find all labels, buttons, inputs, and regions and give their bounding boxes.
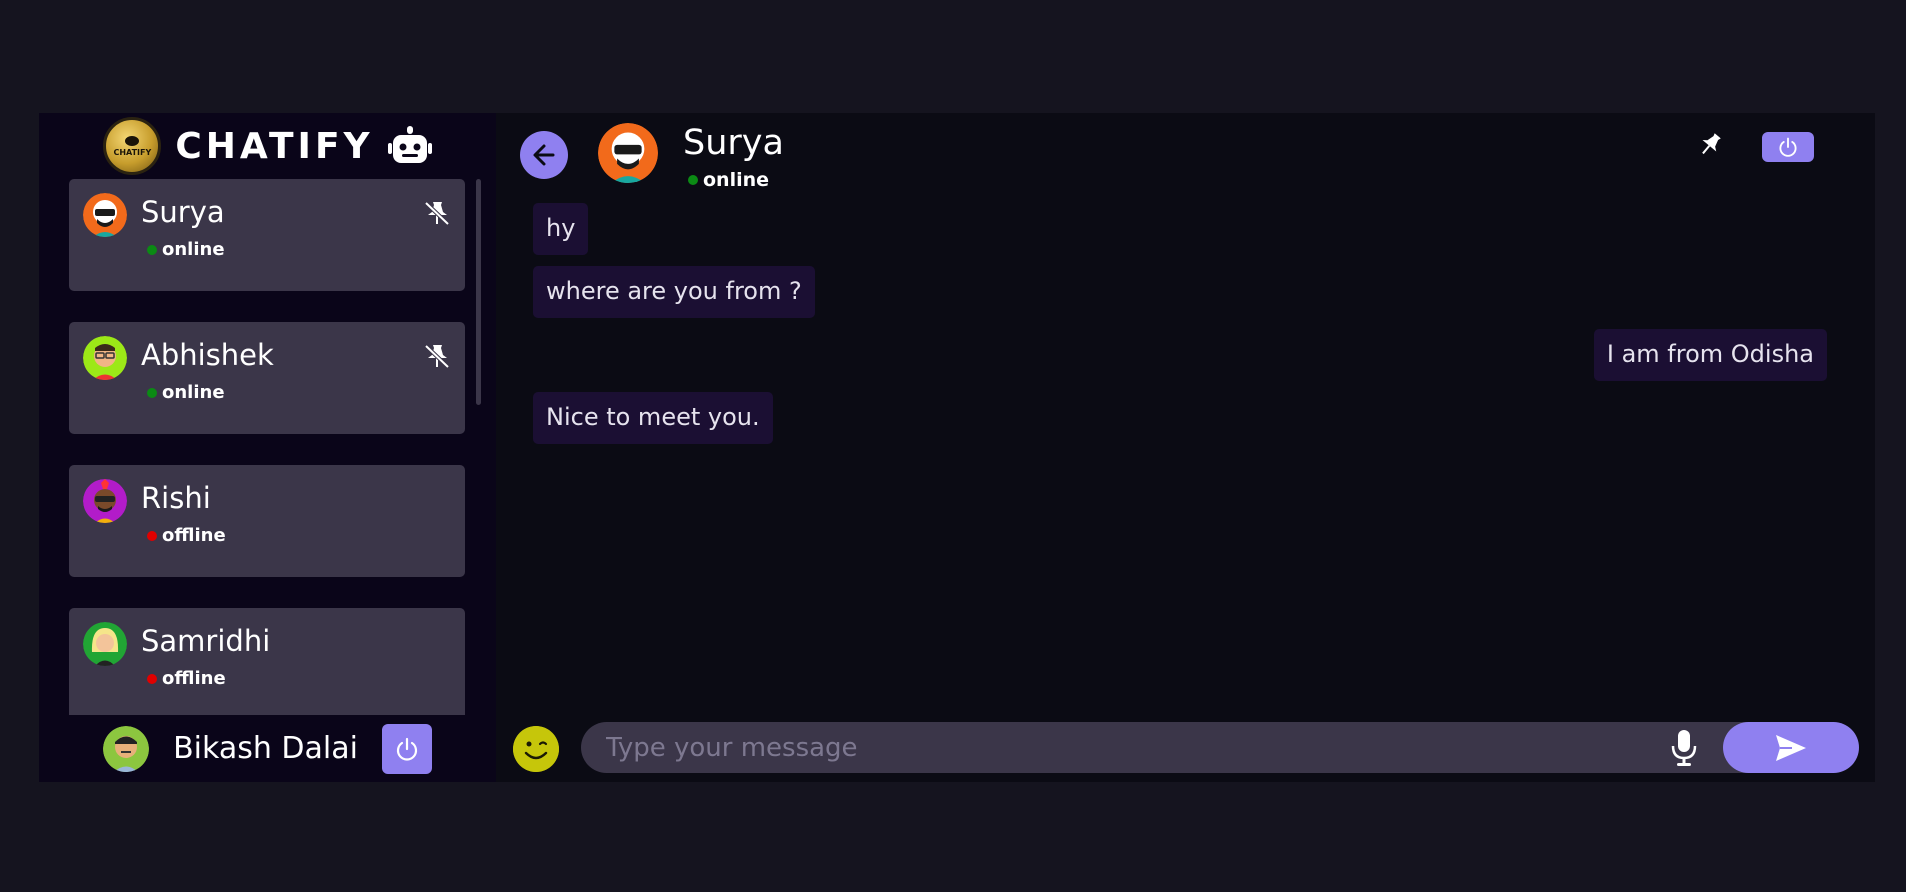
contact-name: Abhishek [141,338,274,372]
unpin-icon[interactable] [423,342,451,370]
message-incoming: Nice to meet you. [533,392,773,444]
chat-contact-avatar [598,123,658,183]
chat-contact-name: Surya [683,123,784,163]
avatar [83,479,127,523]
message-input[interactable] [581,722,1701,773]
back-arrow-icon [533,144,555,166]
emoji-icon[interactable] [513,726,559,772]
offline-status-dot [147,530,157,541]
contact-name: Samridhi [141,624,271,658]
logout-button[interactable] [381,723,432,774]
unpin-icon[interactable] [423,199,451,227]
send-icon [1776,734,1806,761]
contact-card-rishi[interactable]: Rishi offline [69,465,465,577]
contact-list-scrollbar[interactable] [476,179,481,405]
current-user-name: Bikash Dalai [173,731,358,766]
header-logout-button[interactable] [1762,132,1814,162]
brand-name: CHATIFY [175,125,374,167]
contact-name: Rishi [141,481,211,515]
contact-name: Surya [141,195,225,229]
chatify-logo: CHATIFY [103,117,162,175]
pin-icon[interactable] [1695,130,1725,160]
contact-status: offline [147,668,226,689]
chat-app: CHATIFY CHATIFY Surya online Abhishek on… [39,113,1875,782]
sidebar: CHATIFY CHATIFY Surya online Abhishek on… [39,113,496,782]
chatbot-icon[interactable] [387,126,432,166]
contact-status: online [147,239,225,260]
offline-status-dot [147,673,157,684]
online-status-dot [147,387,157,398]
contact-card-surya[interactable]: Surya online [69,179,465,291]
avatar [83,336,127,380]
message-outgoing: I am from Odisha [1593,329,1827,381]
back-button[interactable] [520,131,568,179]
brand-header: CHATIFY CHATIFY [39,113,496,179]
message-composer [496,721,1875,776]
message-incoming: hy [533,203,589,255]
contact-status: online [147,382,225,403]
online-status-dot [147,244,157,255]
avatar [83,193,127,237]
contact-card-samridhi[interactable]: Samridhi offline [69,608,465,715]
contact-card-abhishek[interactable]: Abhishek online [69,322,465,434]
chat-contact-status: online [688,169,769,191]
power-icon [1779,137,1797,157]
power-icon [396,737,417,761]
microphone-icon[interactable] [1667,729,1701,767]
current-user-avatar [103,725,150,772]
send-button[interactable] [1723,722,1859,773]
avatar [83,622,127,666]
current-user-bar: Bikash Dalai [39,715,496,782]
online-status-dot [688,175,698,185]
contact-list: Surya online Abhishek online Rishi offli… [69,179,465,715]
message-list: hy where are you from ? I am from Odisha… [496,203,1875,703]
message-incoming: where are you from ? [533,266,815,318]
chat-header: Surya online [496,113,1875,203]
chat-panel: Surya online hy where are you from ? I a… [496,113,1875,782]
contact-status: offline [147,525,226,546]
